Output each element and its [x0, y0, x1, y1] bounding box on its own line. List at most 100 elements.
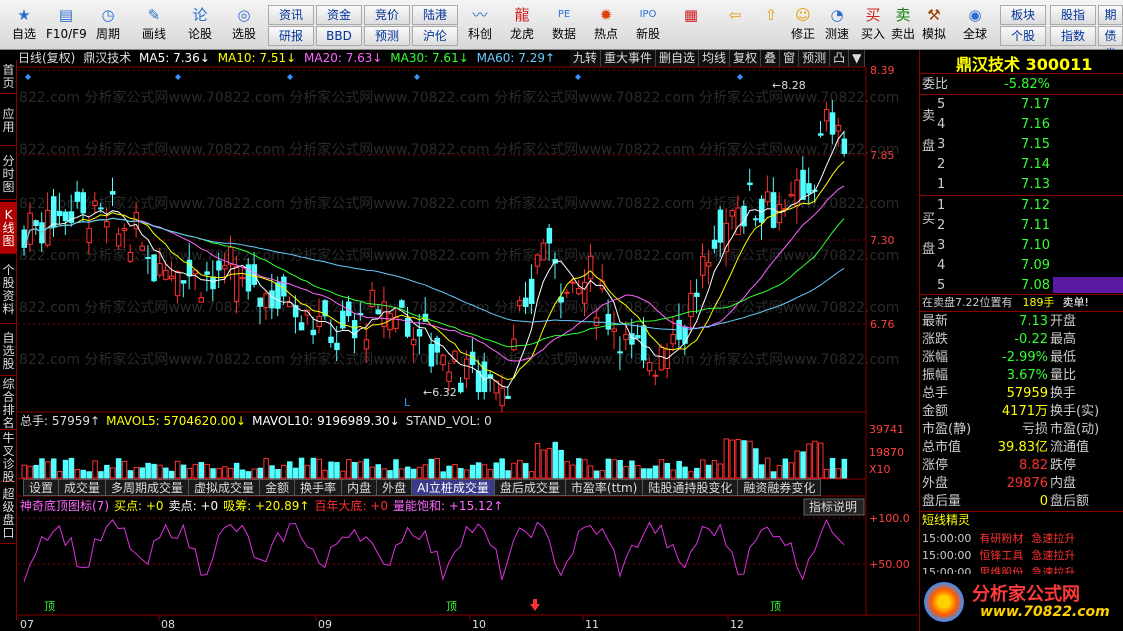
candle-body: [257, 297, 263, 307]
quick-button-11[interactable]: 个股: [1000, 26, 1046, 46]
volume-bar: [617, 459, 623, 479]
tab-9[interactable]: 盘后成交量: [493, 479, 566, 496]
candle-body: [800, 169, 806, 200]
low-marker-label: L: [404, 396, 411, 409]
toolbar-button-18[interactable]: ⚒ 模拟: [918, 1, 950, 48]
volume-bar: [499, 458, 505, 479]
tab-8[interactable]: AI立桩成交量: [411, 479, 495, 496]
quick-button-10[interactable]: 期货: [1098, 5, 1123, 40]
toolbar-button-3[interactable]: ✎ 画线: [134, 1, 174, 48]
quick-button-7[interactable]: 沪伦: [412, 26, 458, 46]
sidebar-item-1[interactable]: 应用: [0, 96, 17, 146]
volume-bar: [287, 461, 293, 479]
volume-bar: [776, 465, 783, 479]
tab-1[interactable]: 成交量: [58, 479, 107, 496]
quick-button-1[interactable]: 资金: [316, 5, 362, 25]
volume-bar: [493, 462, 499, 479]
stat-value: 57959: [1006, 386, 1048, 401]
tab-12[interactable]: 融资融券变化: [737, 479, 822, 496]
sidebar-item-8[interactable]: 超级盘口: [0, 484, 17, 544]
toolbar-button-14[interactable]: ☺ 修正: [786, 1, 820, 48]
tab-2[interactable]: 多周期成交量: [105, 479, 190, 496]
quick-button-6[interactable]: 预测: [364, 26, 410, 46]
sprite-row[interactable]: 15:00:00 恒锋工具 急速拉升: [922, 548, 1075, 564]
sidebar-item-7[interactable]: 牛叉诊股: [0, 432, 17, 484]
toolbar-button-16[interactable]: 买买入: [858, 1, 888, 48]
toolbar-button-2[interactable]: ◷ 周期: [88, 1, 128, 48]
candle-body: [33, 220, 39, 227]
indicator-header-item: 买点: +0: [114, 499, 164, 513]
tab-5[interactable]: 换手率: [294, 479, 343, 496]
volume-bar: [528, 471, 535, 479]
quick-button-8[interactable]: 板块: [1000, 5, 1046, 25]
toolbar-button-0[interactable]: ★ 自选: [2, 1, 46, 48]
toolbar-button-12[interactable]: ⇦: [718, 1, 752, 48]
volume-bar: [764, 457, 771, 479]
sidebar-item-2[interactable]: 分时图: [0, 148, 17, 200]
tab-7[interactable]: 外盘: [376, 479, 413, 496]
volume-bar: [717, 463, 724, 479]
quick-button-4[interactable]: 研报: [268, 26, 314, 46]
volume-bar: [729, 439, 735, 479]
event-diamond-icon: [175, 74, 181, 80]
sidebar-item-6[interactable]: 综合排名: [0, 378, 17, 430]
sidebar-item-3[interactable]: K线图: [0, 202, 17, 254]
volume-bar: [829, 458, 836, 479]
indicator-help-label: 指标说明: [809, 499, 857, 514]
quick-button-12[interactable]: 指数: [1050, 26, 1096, 46]
candle-body: [818, 133, 824, 136]
candle-body: [534, 254, 541, 267]
quick-button-5[interactable]: BBD: [316, 26, 362, 46]
toolbar-button-17[interactable]: 卖卖出: [888, 1, 918, 48]
candle-body: [86, 227, 92, 244]
month-label: 09: [318, 618, 332, 631]
sidebar-item-5[interactable]: 自选股: [0, 326, 17, 376]
kline-chart-area[interactable]: 日线(复权) 鼎汉技术 MA5: 7.36↓ MA10: 7.51↓ MA20:…: [18, 50, 918, 631]
toolbar-button-15[interactable]: ◔ 测速: [820, 1, 854, 48]
toolbar-button-1[interactable]: ▤ F10/F9: [46, 1, 87, 48]
candle-body: [446, 371, 452, 382]
month-label: 08: [161, 618, 175, 631]
watermark-text: 0822.com 分析家公式网www.70822.com 分析家公式网www.7…: [18, 141, 899, 158]
toolbar-button-4[interactable]: 论论股: [180, 1, 220, 48]
volume-bar: [464, 469, 470, 479]
tab-4[interactable]: 金额: [259, 479, 296, 496]
toolbar-label: 选股: [231, 27, 256, 41]
quick-button-3[interactable]: 陆港: [412, 5, 458, 25]
sprite-title[interactable]: 短线精灵: [922, 512, 970, 528]
sprite-row[interactable]: 15:00:00 有研粉材 急速拉升: [922, 531, 1075, 547]
quick-button-9[interactable]: 股指: [1050, 5, 1096, 25]
tab-11[interactable]: 陆股通持股变化: [642, 479, 739, 496]
quick-button-0[interactable]: 资讯: [268, 5, 314, 25]
toolbar-button-19[interactable]: ◉ 全球: [956, 1, 994, 48]
sidebar-item-0[interactable]: 首页: [0, 60, 17, 94]
tab-6[interactable]: 内盘: [341, 479, 378, 496]
toolbar-button-11[interactable]: ▦: [676, 1, 706, 48]
tab-10[interactable]: 市盈率(ttm): [564, 479, 644, 496]
toolbar-button-8[interactable]: PE 数据: [544, 1, 584, 48]
toolbar-button-13[interactable]: ⇧: [754, 1, 788, 48]
volume-bar: [723, 438, 730, 479]
chart-canvas[interactable]: 8.397.857.306.760822.com 分析家公式网www.70822…: [18, 50, 918, 631]
volume-bar: [582, 459, 588, 479]
line-chart-icon: 〰: [472, 6, 488, 24]
candle-body: [440, 355, 446, 366]
toolbar-label: 全球: [962, 27, 987, 41]
toolbar-button-6[interactable]: 〰科创: [462, 1, 498, 48]
toolbar-button-9[interactable]: ✹ 热点: [586, 1, 626, 48]
tab-0[interactable]: 设置: [23, 479, 60, 496]
quick-button-2[interactable]: 竞价: [364, 5, 410, 25]
toolbar-button-7[interactable]: 龍龙虎: [502, 1, 542, 48]
toolbar-button-10[interactable]: IPO 新股: [628, 1, 668, 48]
volume-bar: [393, 459, 399, 479]
clock-icon: ◷: [101, 6, 115, 24]
candle-body: [39, 222, 45, 244]
quick-button-13[interactable]: 债券: [1098, 26, 1123, 61]
candle-body: [80, 192, 86, 214]
volume-bar: [487, 468, 494, 479]
tab-3[interactable]: 虚拟成交量: [188, 479, 261, 496]
stat-row: 振幅 3.67% 量比: [920, 367, 1123, 385]
candle-body: [74, 191, 81, 202]
sidebar-item-4[interactable]: 个股资料: [0, 256, 17, 324]
toolbar-button-5[interactable]: ◎ 选股: [224, 1, 264, 48]
